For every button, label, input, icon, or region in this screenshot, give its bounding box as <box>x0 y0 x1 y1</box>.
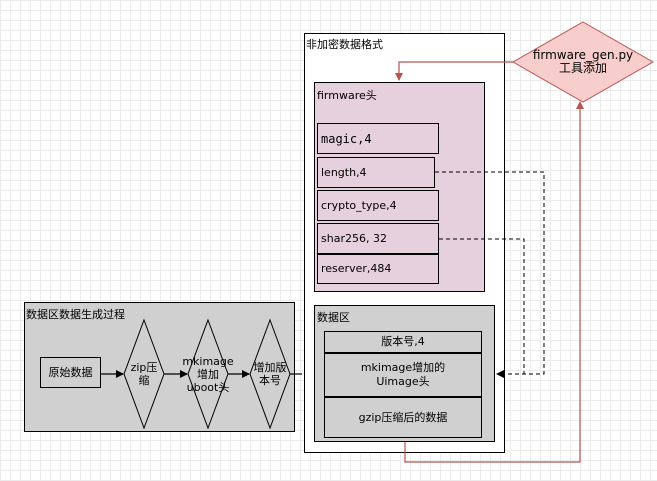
version-step-text: 增加版 本号 <box>253 361 287 387</box>
mkimage-step-label: mkimage 增加 uboot头 <box>178 344 238 404</box>
dashed-length-to-data <box>435 171 545 378</box>
version-step-label: 增加版 本号 <box>244 344 296 404</box>
tool-label: firmware_gen.py 工具添加 <box>523 44 643 80</box>
red-data-to-tool <box>404 101 584 463</box>
tool-label-text: firmware_gen.py 工具添加 <box>532 48 634 75</box>
dashed-sha256-to-data <box>439 238 525 374</box>
zip-step-label: zip压 缩 <box>124 344 164 404</box>
mkimage-step-text: mkimage 增加 uboot头 <box>182 354 234 394</box>
red-tool-to-header <box>395 61 513 81</box>
zip-step-text: zip压 缩 <box>130 361 158 387</box>
